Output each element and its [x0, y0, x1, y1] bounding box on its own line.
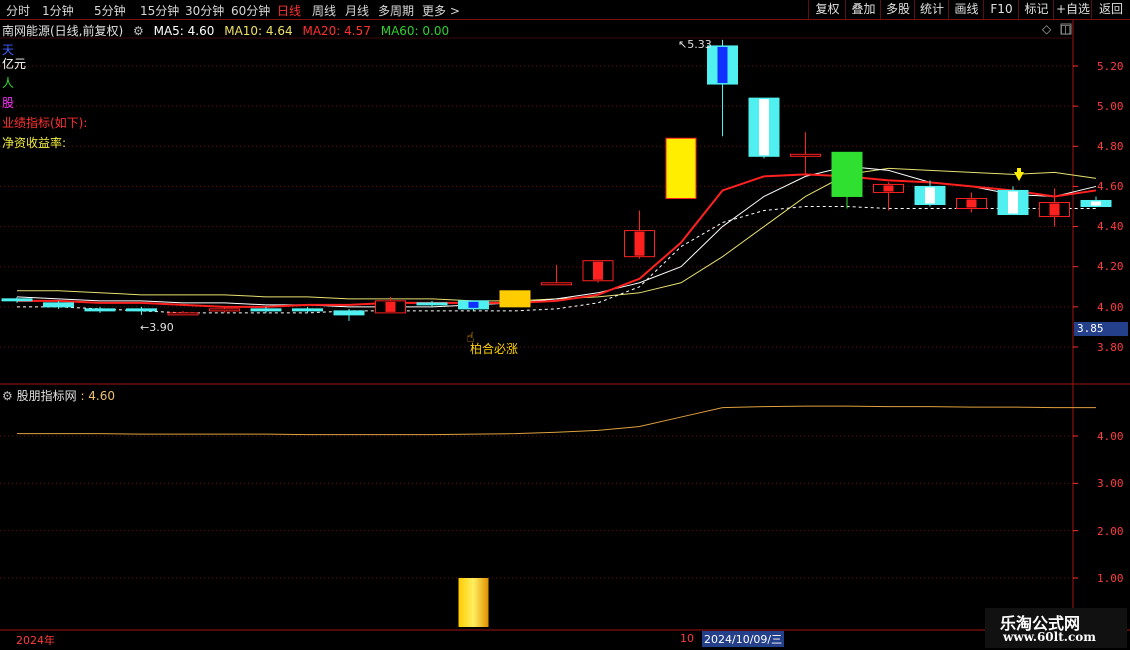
ma10-label: MA10: 4.64	[224, 24, 293, 38]
y-tick-label: 5.00	[1097, 100, 1124, 113]
signal-arrow-stem	[1017, 168, 1021, 173]
candle-overlay	[1091, 201, 1101, 206]
watermark-url: www.60lt.com	[1003, 630, 1096, 644]
indicator-series	[17, 405, 1096, 627]
indicator-y-tick: 3.00	[1097, 477, 1124, 490]
candle-overlay	[966, 199, 977, 208]
candle-body	[250, 308, 282, 312]
y-tick-label: 4.80	[1097, 140, 1124, 153]
high-price-value: 5.33	[687, 38, 712, 51]
candlestick-series	[1, 39, 1112, 321]
low-price-value: 3.90	[149, 321, 174, 334]
candle-overlay	[385, 301, 396, 312]
left-label-people: 人	[2, 76, 15, 90]
high-price-annotation: ↖5.33	[678, 38, 712, 51]
left-label-yiyuan: 亿元	[2, 57, 27, 71]
candle-overlay	[593, 261, 603, 280]
left-label-roe: 净资收益率:	[2, 136, 67, 150]
candle-body	[126, 308, 157, 312]
cursor-hand-icon: ☝	[466, 330, 475, 346]
settings-icon[interactable]: ⚙	[133, 24, 144, 38]
indicator-value: : 4.60	[80, 389, 116, 403]
candle-body	[499, 290, 531, 308]
candle-body	[167, 312, 199, 316]
indicator-header: ⚙ 股朋指标网 : 4.60	[2, 387, 115, 404]
year-label: 2024年	[16, 634, 55, 647]
indicator-settings-icon[interactable]: ⚙	[2, 389, 13, 403]
cursor-date-label: 2024/10/09/三	[702, 631, 785, 647]
indicator-y-tick: 4.00	[1097, 430, 1124, 443]
candle-body	[416, 302, 448, 306]
y-tick-label: 5.20	[1097, 60, 1124, 73]
candle-overlay	[925, 187, 935, 204]
y-tick-label: 4.00	[1097, 301, 1124, 314]
indicator-title[interactable]: 股朋指标网	[17, 389, 77, 403]
indicator-y-tick: 1.00	[1097, 572, 1124, 585]
ma5-label: MA5: 4.60	[153, 24, 215, 38]
signal-text: 柏合必涨	[470, 342, 519, 356]
stock-title[interactable]: 南网能源(日线,前复权)	[2, 24, 123, 38]
diamond-icon[interactable]: ◇	[1042, 22, 1051, 36]
candle-body	[541, 282, 572, 286]
indicator-y-tick: 2.00	[1097, 525, 1124, 538]
indicator-bar	[458, 578, 489, 627]
current-price-tag: 3.85	[1074, 322, 1128, 336]
candle-body	[831, 151, 863, 197]
candle-body	[333, 310, 365, 316]
candle-body	[790, 153, 821, 157]
panel-toggle-icon[interactable]: ◫	[1060, 22, 1071, 36]
chart-markers	[1014, 168, 1024, 181]
y-tick-label: 3.80	[1097, 341, 1124, 354]
left-label-performance: 业绩指标(如下):	[2, 116, 88, 130]
candle-overlay	[1008, 191, 1018, 214]
left-label-shares: 股	[2, 96, 15, 110]
indicator-line	[17, 405, 1096, 436]
candle-overlay	[717, 46, 728, 84]
low-price-annotation: ←3.90	[140, 321, 174, 334]
ma60-label: MA60: 0.00	[380, 24, 450, 38]
ma60-line	[17, 206, 1096, 314]
candle-overlay	[883, 185, 894, 192]
signal-arrow-icon	[1014, 172, 1024, 181]
candle-overlay	[468, 301, 479, 308]
candle-body	[43, 302, 74, 308]
candle-body	[209, 308, 240, 312]
candle-body	[292, 308, 323, 312]
main-panel-header: 南网能源(日线,前复权) ⚙ MA5: 4.60 MA10: 4.64 MA20…	[2, 22, 455, 38]
candle-body	[84, 308, 116, 312]
candle-overlay	[1049, 203, 1060, 216]
candle-body	[1, 298, 33, 302]
y-tick-label: 4.40	[1097, 220, 1124, 233]
y-tick-label: 4.60	[1097, 180, 1124, 193]
candle-overlay	[634, 231, 645, 256]
y-tick-label: 4.20	[1097, 260, 1124, 273]
candle-body	[665, 137, 697, 199]
candle-overlay	[759, 99, 769, 156]
ma20-label: MA20: 4.57	[302, 24, 371, 38]
month-label: 10	[680, 632, 694, 645]
